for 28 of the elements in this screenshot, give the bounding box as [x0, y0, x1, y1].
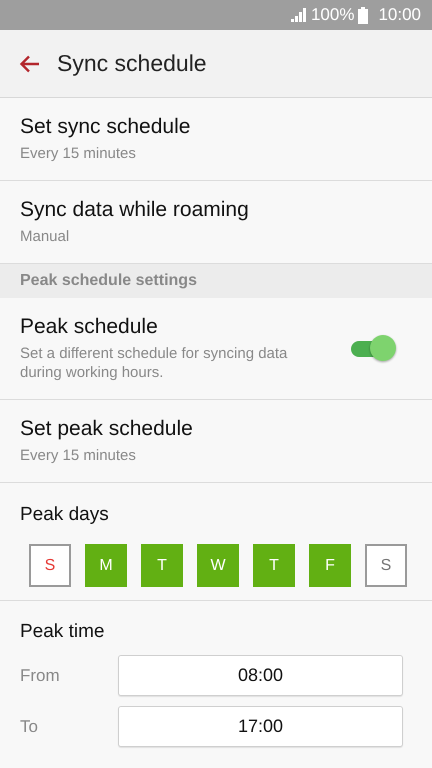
day-toggle[interactable]: T	[253, 544, 295, 587]
day-toggle[interactable]: F	[309, 544, 351, 587]
time-label: From	[20, 666, 61, 686]
day-toggle[interactable]: W	[197, 544, 239, 587]
battery-percentage: 100%	[310, 5, 354, 25]
clock-time: 10:00	[378, 5, 421, 25]
back-button[interactable]	[19, 54, 40, 72]
day-toggle[interactable]: T	[141, 544, 183, 587]
section-title: Peak days	[20, 503, 110, 527]
setting-summary: Every 15 minutes	[20, 144, 137, 163]
setting-summary: Manual	[20, 227, 70, 246]
time-picker-button[interactable]: 17:00	[118, 706, 403, 747]
day-toggle[interactable]: M	[85, 544, 127, 587]
setting-summary: Every 15 minutes	[20, 446, 137, 465]
screen-title: Sync schedule	[57, 50, 207, 77]
battery-icon	[358, 6, 368, 24]
setting-title[interactable]: Set peak schedule	[20, 417, 412, 441]
setting-title[interactable]: Set sync schedule	[20, 115, 412, 139]
time-picker-button[interactable]: 08:00	[118, 655, 403, 696]
setting-title[interactable]: Peak schedule	[20, 315, 330, 339]
setting-summary: Set a different schedule for syncing data during working hours.	[20, 344, 288, 382]
section-title: Peak time	[20, 620, 106, 644]
day-toggle[interactable]: S	[29, 544, 71, 587]
setting-title[interactable]: Sync data while roaming	[20, 198, 412, 222]
signal-icon	[290, 8, 307, 22]
time-label: To	[20, 716, 39, 736]
day-toggle[interactable]: S	[365, 544, 407, 587]
section-header: Peak schedule settings	[0, 264, 432, 298]
